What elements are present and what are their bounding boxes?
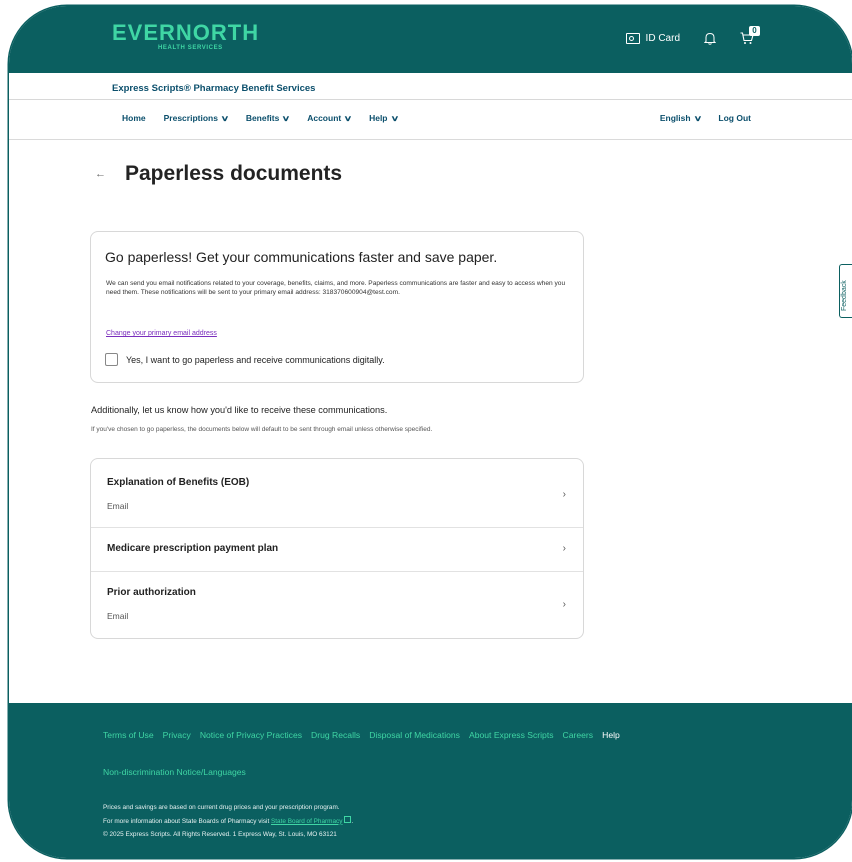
document-title: Prior authorization	[107, 587, 196, 598]
feedback-tab[interactable]: Feedback	[839, 264, 852, 318]
back-arrow-icon[interactable]: ←	[95, 168, 106, 180]
id-card-label: ID Card	[645, 33, 680, 44]
nav-right: English ∨ Log Out	[660, 113, 751, 123]
paperless-card-body: We can send you email notifications rela…	[106, 280, 566, 296]
id-card-button[interactable]: ID Card	[625, 33, 680, 44]
footer-link-help[interactable]: Help	[602, 730, 620, 740]
bell-icon[interactable]	[704, 32, 716, 45]
cart-button[interactable]: 0	[740, 26, 760, 45]
footer-links: Terms of Use Privacy Notice of Privacy Pra…	[103, 730, 620, 740]
paperless-card: Go paperless! Get your communications fa…	[90, 231, 584, 383]
chevron-down-icon: ∨	[390, 113, 399, 123]
brand-bar: Express Scripts® Pharmacy Benefit Servic…	[9, 73, 852, 100]
document-title: Medicare prescription payment plan	[107, 543, 279, 554]
footer: Terms of Use Privacy Notice of Privacy Pra…	[9, 703, 852, 858]
header-actions: ID Card 0	[625, 26, 760, 45]
footer-line-2: For more information about State Boards …	[103, 815, 354, 825]
evernorth-logo[interactable]: EVERNORTH	[112, 20, 259, 46]
nondiscrimination-link[interactable]: Non-discrimination Notice/Languages	[103, 767, 246, 777]
footer-link-drug-recalls[interactable]: Drug Recalls	[311, 730, 360, 740]
paperless-checkbox[interactable]	[105, 353, 118, 366]
document-delivery-method: Email	[107, 611, 129, 621]
paperless-checkbox-row[interactable]: Yes, I want to go paperless and receive …	[105, 353, 385, 366]
top-header: EVERNORTH HEALTH SERVICES ID Card 0	[9, 6, 852, 73]
brand-text: Express Scripts® Pharmacy Benefit Servic…	[112, 83, 316, 94]
chevron-down-icon: ∨	[281, 113, 291, 123]
nav-item-label: English	[659, 113, 691, 123]
footer-link-privacy[interactable]: Privacy	[163, 730, 191, 740]
chevron-right-icon: ›	[562, 543, 566, 554]
nav-item-account[interactable]: Account ∨	[307, 113, 353, 123]
state-board-link[interactable]: State Board of Pharmacy	[271, 818, 342, 825]
documents-card: Explanation of Benefits (EOB) Email › Medic…	[90, 458, 584, 639]
external-link-icon	[344, 815, 352, 823]
nav-item-prescriptions[interactable]: Prescriptions ∨	[163, 113, 230, 123]
paperless-card-title: Go paperless! Get your communications fa…	[105, 249, 498, 265]
document-delivery-method: Email	[107, 501, 129, 511]
footer-line-3: © 2025 Express Scripts. All Rights Reser…	[103, 831, 337, 838]
chevron-down-icon: ∨	[343, 113, 353, 123]
nav-item-home[interactable]: Home	[122, 113, 146, 123]
footer-legal: Prices and savings are based on current …	[103, 801, 353, 842]
footer-link-disposal-of-medications[interactable]: Disposal of Medications	[369, 730, 460, 740]
cart-count-badge: 0	[749, 26, 760, 36]
document-row-explanation-of-benefits-eob[interactable]: Explanation of Benefits (EOB) Email ›	[91, 459, 583, 528]
footer-link-terms-of-use[interactable]: Terms of Use	[103, 730, 154, 740]
chevron-down-icon: ∨	[220, 113, 230, 123]
footer-link-notice-of-privacy-practices[interactable]: Notice of Privacy Practices	[200, 730, 302, 740]
nav-item-english[interactable]: English ∨	[659, 113, 702, 123]
change-email-link[interactable]: Change your primary email address	[106, 330, 217, 337]
chevron-right-icon: ›	[562, 599, 566, 610]
footer-link-about-express-scripts[interactable]: About Express Scripts	[469, 730, 554, 740]
logo-subtitle: HEALTH SERVICES	[158, 45, 223, 51]
additional-heading: Additionally, let us know how you'd like…	[91, 405, 388, 415]
main-nav: Home Prescriptions ∨ Benefits ∨ Account ∨ Help ∨…	[9, 99, 852, 140]
nav-item-benefits[interactable]: Benefits ∨	[245, 113, 291, 123]
nav-item-label: Account	[307, 113, 342, 123]
chevron-down-icon: ∨	[693, 113, 702, 123]
footer-line-2-text: For more information about State Boards …	[103, 817, 272, 825]
chevron-right-icon: ›	[562, 489, 566, 500]
app-frame: EVERNORTH HEALTH SERVICES ID Card 0 Expr…	[9, 6, 852, 858]
document-row-prior-authorization[interactable]: Prior authorization Email ›	[91, 571, 583, 640]
nav-item-label: Home	[122, 113, 146, 123]
document-row-medicare-prescription-payment-plan[interactable]: Medicare prescription payment plan ›	[91, 527, 583, 572]
footer-line-1: Prices and savings are based on current …	[103, 804, 340, 811]
paperless-checkbox-label[interactable]: Yes, I want to go paperless and receive …	[126, 355, 385, 365]
nav-item-label: Benefits	[245, 113, 280, 123]
feedback-label[interactable]: Feedback	[841, 280, 848, 311]
page-title: Paperless documents	[125, 162, 343, 185]
id-card-icon	[625, 33, 640, 44]
nav-item-label: Prescriptions	[163, 113, 218, 123]
nav-item-label: Help	[369, 113, 388, 123]
nav-item-log-out[interactable]: Log Out	[718, 113, 751, 123]
footer-link-careers[interactable]: Careers	[563, 730, 594, 740]
document-title: Explanation of Benefits (EOB)	[107, 477, 250, 488]
nav-item-help[interactable]: Help ∨	[369, 113, 399, 123]
nav-item-label: Log Out	[718, 113, 751, 123]
nav-left: Home Prescriptions ∨ Benefits ∨ Account ∨ Help ∨	[122, 113, 399, 123]
additional-subtext: If you've chosen to go paperless, the do…	[91, 426, 433, 433]
